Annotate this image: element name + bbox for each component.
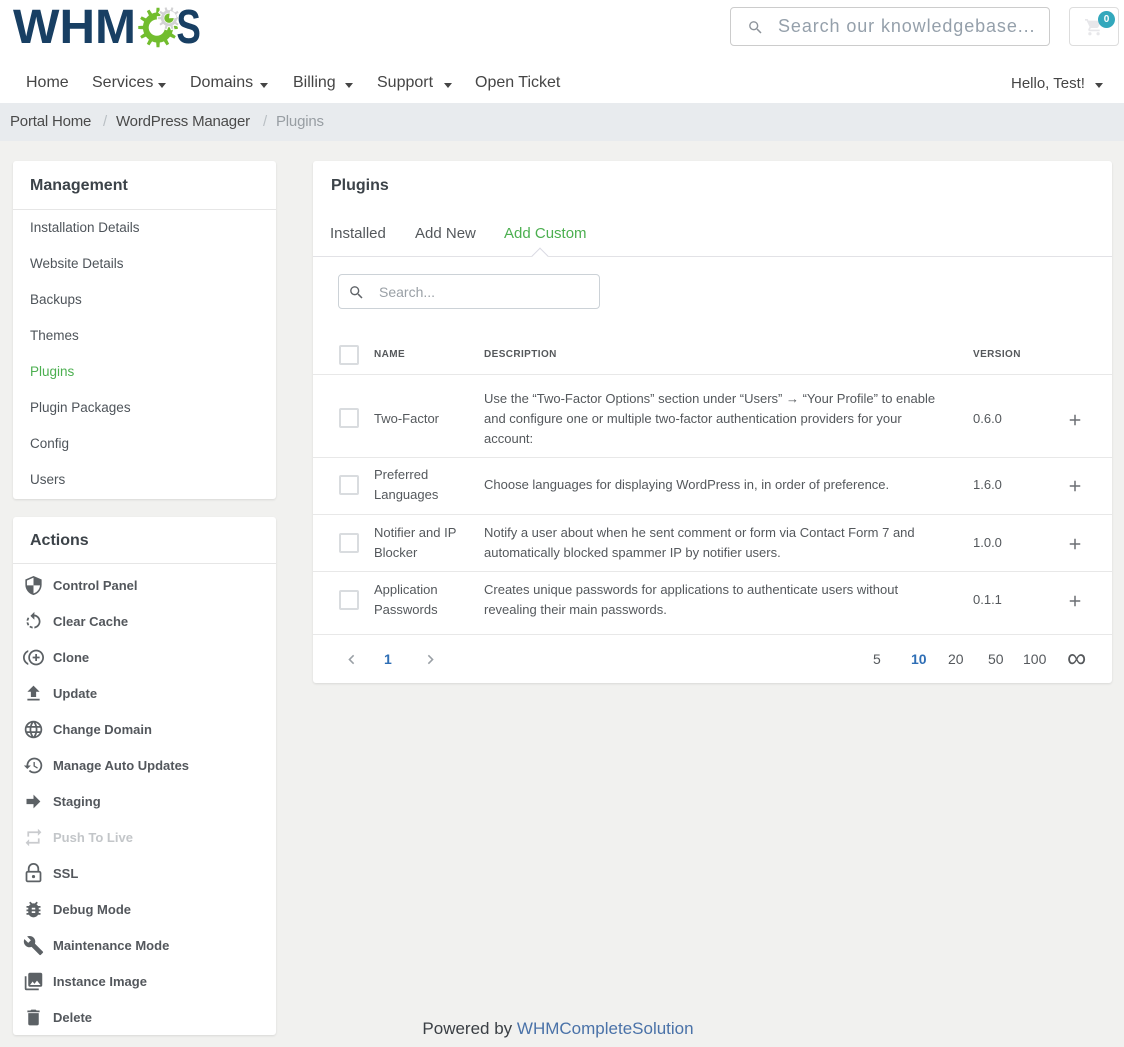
svg-text:WHM: WHM: [13, 4, 136, 50]
svg-text:S: S: [176, 4, 201, 50]
